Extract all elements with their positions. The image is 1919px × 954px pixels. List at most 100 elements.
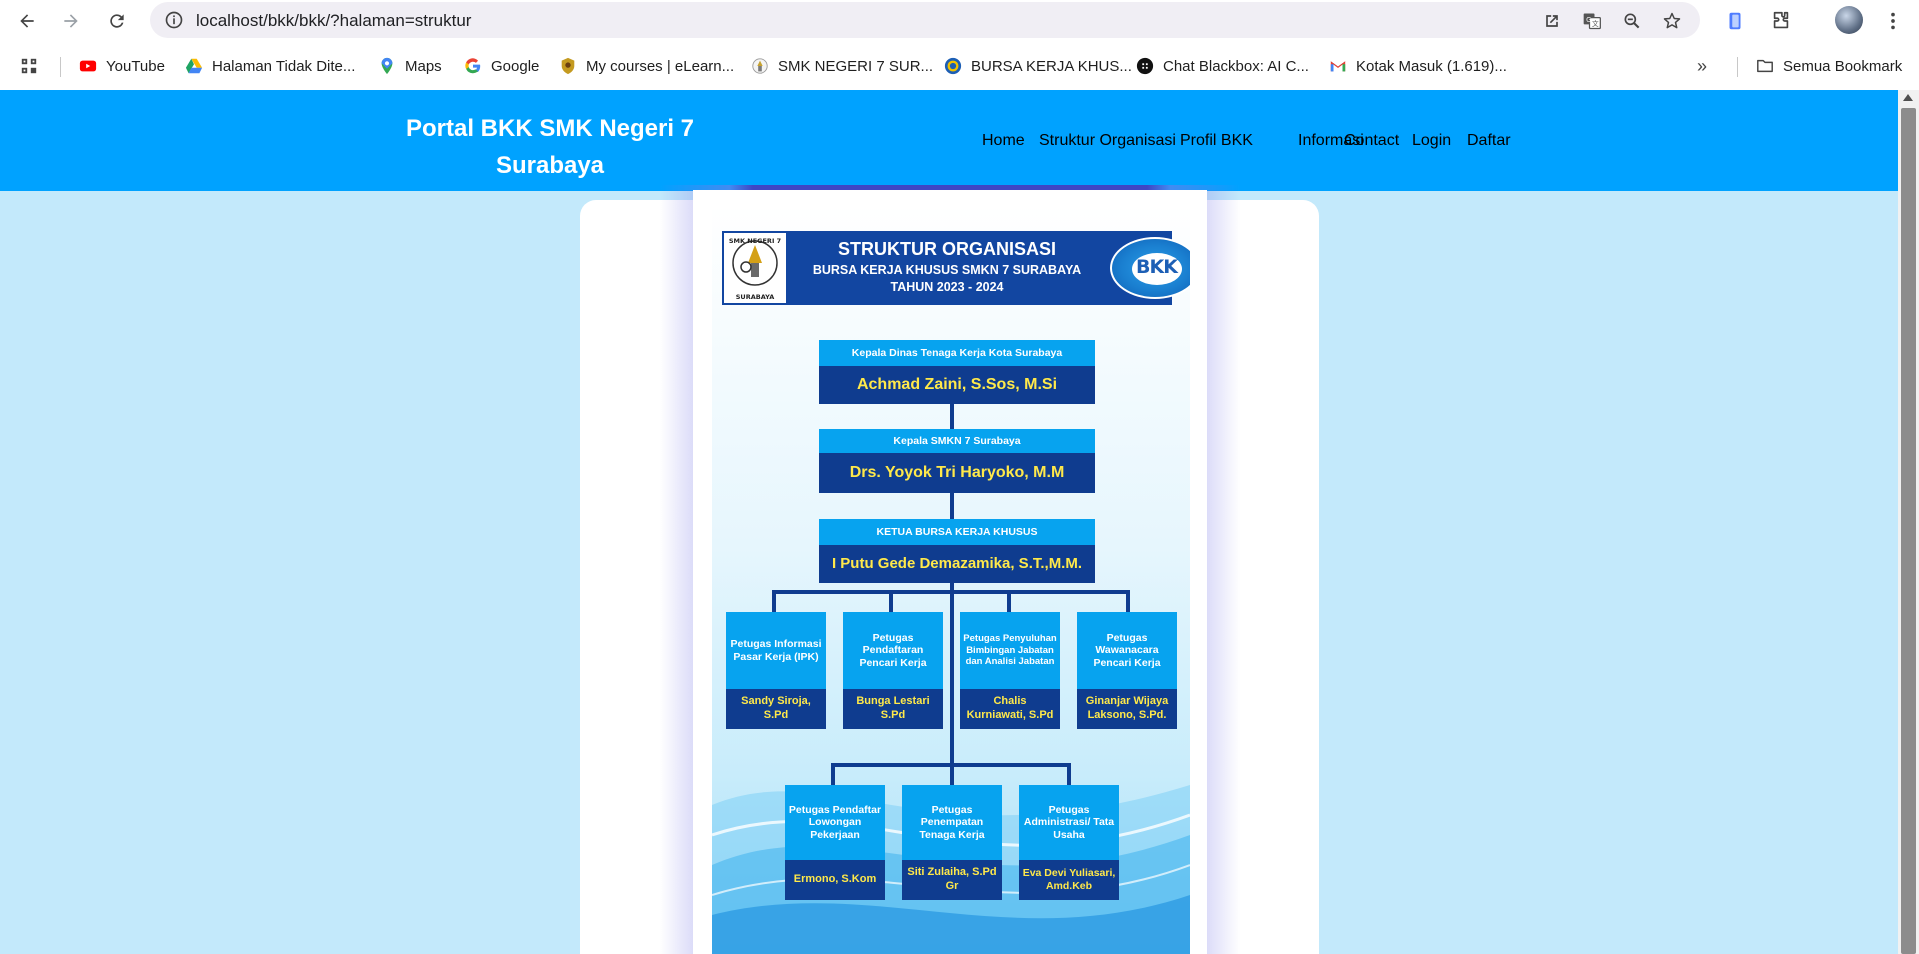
- bookmark-youtube[interactable]: YouTube: [79, 44, 165, 88]
- blackbox-icon: [1136, 57, 1154, 75]
- nav-contact[interactable]: Contact: [1344, 132, 1399, 150]
- all-bookmarks-label: Semua Bookmark: [1783, 57, 1903, 75]
- bookmark-label: Halaman Tidak Dite...: [212, 57, 356, 75]
- org-role: Petugas Penyuluhan Bimbingan Jabatan dan…: [960, 612, 1060, 689]
- address-bar[interactable]: localhost/bkk/bkk/?halaman=struktur G文: [150, 2, 1700, 38]
- org-role: Kepala SMKN 7 Surabaya: [819, 429, 1095, 453]
- bookmark-label: Maps: [405, 57, 442, 75]
- org-box-administrasi: Petugas Administrasi/ Tata Usaha Eva Dev…: [1019, 785, 1119, 900]
- org-name: Drs. Yoyok Tri Haryoko, M.M: [819, 453, 1095, 493]
- url-text[interactable]: localhost/bkk/bkk/?halaman=struktur: [196, 11, 471, 31]
- org-box-penyuluhan: Petugas Penyuluhan Bimbingan Jabatan dan…: [960, 612, 1060, 729]
- side-panel-icon[interactable]: [1722, 8, 1748, 34]
- connector-drop: [772, 590, 776, 612]
- org-name: Achmad Zaini, S.Sos, M.Si: [819, 366, 1095, 404]
- svg-text:文: 文: [1592, 19, 1599, 28]
- smk-logo: SMK NEGERI 7 SURABAYA: [722, 231, 788, 305]
- org-name: Chalis Kurniawati, S.Pd: [960, 689, 1060, 729]
- more-bookmarks-chevron-icon[interactable]: »: [1697, 44, 1707, 88]
- site-header: Portal BKK SMK Negeri 7 Surabaya Home St…: [0, 90, 1898, 191]
- bkk-logo: BKK: [1110, 237, 1190, 299]
- org-box-kepala-sekolah: Kepala SMKN 7 Surabaya Drs. Yoyok Tri Ha…: [819, 429, 1095, 493]
- org-role: Petugas Informasi Pasar Kerja (IPK): [726, 612, 826, 689]
- apps-grid-icon[interactable]: [20, 44, 38, 88]
- back-icon[interactable]: [12, 6, 42, 36]
- bookmark-label: BURSA KERJA KHUS...: [971, 57, 1132, 75]
- folder-icon: [1757, 59, 1773, 73]
- site-info-icon[interactable]: [164, 10, 184, 30]
- svg-text:G: G: [1586, 16, 1591, 24]
- bookmarks-bar: YouTube Halaman Tidak Dite... Maps Googl…: [0, 44, 1919, 88]
- open-in-app-icon[interactable]: [1541, 10, 1563, 32]
- org-name: Ginanjar Wijaya Laksono, S.Pd.: [1077, 689, 1177, 729]
- maps-icon: [381, 57, 393, 75]
- connector-drop: [831, 763, 835, 785]
- google-icon: [465, 58, 481, 74]
- org-box-ipk: Petugas Informasi Pasar Kerja (IPK) Sand…: [726, 612, 826, 729]
- nav-struktur-organisasi[interactable]: Struktur Organisasi: [1039, 132, 1176, 150]
- org-role: Petugas Wawanacara Pencari Kerja: [1077, 612, 1177, 689]
- browser-toolbar: localhost/bkk/bkk/?halaman=struktur G文: [0, 0, 1919, 42]
- bookmark-label: My courses | eLearn...: [586, 57, 735, 75]
- youtube-icon: [79, 60, 97, 72]
- all-bookmarks-folder[interactable]: Semua Bookmark: [1756, 44, 1902, 88]
- profile-avatar[interactable]: [1835, 6, 1863, 34]
- extensions-icon[interactable]: [1768, 8, 1794, 34]
- smk-logo-bottom-text: SURABAYA: [736, 293, 774, 301]
- org-box-penempatan: Petugas Penempatan Tenaga Kerja Siti Zul…: [902, 785, 1002, 900]
- bookmark-separator: [1737, 57, 1738, 77]
- nav-home[interactable]: Home: [982, 132, 1025, 150]
- bookmark-google[interactable]: Google: [464, 44, 539, 88]
- connector-drop: [1007, 590, 1011, 612]
- poster-title: STRUKTUR ORGANISASI: [837, 239, 1056, 259]
- bookmark-separator: [60, 57, 61, 77]
- org-role: Petugas Pendaftaran Pencari Kerja: [843, 612, 943, 689]
- bookmark-label: Chat Blackbox: AI C...: [1163, 57, 1309, 75]
- bookmark-label: Kotak Masuk (1.619)...: [1356, 57, 1507, 75]
- org-role: KETUA BURSA KERJA KHUSUS: [819, 519, 1095, 545]
- bkk-icon: [944, 57, 962, 75]
- zoom-icon[interactable]: [1621, 10, 1643, 32]
- org-name: Siti Zulaiha, S.Pd Gr: [902, 860, 1002, 900]
- site-brand[interactable]: Portal BKK SMK Negeri 7 Surabaya: [400, 110, 700, 184]
- connector-drop: [889, 590, 893, 612]
- org-box-lowongan: Petugas Pendaftar Lowongan Pekerjaan Erm…: [785, 785, 885, 900]
- org-role: Petugas Administrasi/ Tata Usaha: [1019, 785, 1119, 860]
- bookmark-elearning[interactable]: My courses | eLearn...: [559, 44, 734, 88]
- bookmark-label: YouTube: [106, 57, 165, 75]
- bookmark-gmail[interactable]: Kotak Masuk (1.619)...: [1329, 44, 1507, 88]
- connector-drop: [950, 755, 954, 785]
- poster-year: TAHUN 2023 - 2024: [890, 280, 1004, 294]
- school-icon: [752, 58, 768, 74]
- page-viewport: Portal BKK SMK Negeri 7 Surabaya Home St…: [0, 90, 1898, 954]
- poster-title-banner: SMK NEGERI 7 SURABAYA STRUKTUR ORGANISAS…: [722, 231, 1172, 305]
- bookmark-bkk[interactable]: BURSA KERJA KHUS...: [944, 44, 1132, 88]
- nav-profil-bkk[interactable]: Profil BKK: [1180, 132, 1253, 150]
- bookmark-maps[interactable]: Maps: [378, 44, 442, 88]
- forward-icon[interactable]: [56, 6, 86, 36]
- scrollbar-thumb[interactable]: [1901, 108, 1916, 954]
- org-box-pendaftaran: Petugas Pendaftaran Pencari Kerja Bunga …: [843, 612, 943, 729]
- translate-icon[interactable]: G文: [1581, 10, 1603, 32]
- org-name: I Putu Gede Demazamika, S.T.,M.M.: [819, 545, 1095, 583]
- bookmark-label: Google: [491, 57, 540, 75]
- scroll-up-arrow-icon[interactable]: [1903, 94, 1913, 101]
- org-box-wawancara: Petugas Wawanacara Pencari Kerja Ginanja…: [1077, 612, 1177, 729]
- nav-login[interactable]: Login: [1412, 132, 1451, 150]
- page-scrollbar[interactable]: [1898, 90, 1919, 954]
- bookmark-blackbox[interactable]: Chat Blackbox: AI C...: [1136, 44, 1309, 88]
- org-box-kepala-dinas: Kepala Dinas Tenaga Kerja Kota Surabaya …: [819, 340, 1095, 404]
- org-role: Petugas Penempatan Tenaga Kerja: [902, 785, 1002, 860]
- bookmark-star-icon[interactable]: [1661, 10, 1683, 32]
- nav-daftar[interactable]: Daftar: [1467, 132, 1511, 150]
- connector-drop: [1067, 763, 1071, 785]
- bookmark-smk[interactable]: SMK NEGERI 7 SUR...: [751, 44, 933, 88]
- org-name: Eva Devi Yuliasari, Amd.Keb: [1019, 860, 1119, 900]
- bookmark-drive[interactable]: Halaman Tidak Dite...: [185, 44, 355, 88]
- bkk-logo-text: BKK: [1136, 256, 1178, 278]
- menu-kebab-icon[interactable]: [1880, 8, 1906, 34]
- bookmark-label: SMK NEGERI 7 SUR...: [778, 57, 934, 75]
- reload-icon[interactable]: [102, 6, 132, 36]
- connector-row1: [772, 590, 1130, 594]
- connector-drop: [1126, 590, 1130, 612]
